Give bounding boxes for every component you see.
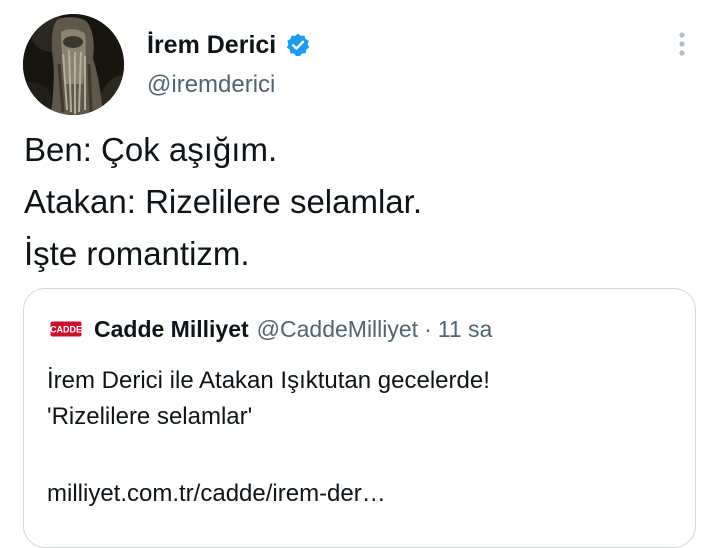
tweet-line: Atakan: Rizelilere selamlar. [24, 183, 422, 220]
tweet-line: Ben: Çok aşığım. [24, 131, 278, 168]
tweet-line: İşte romantizm. [24, 235, 250, 272]
author-handle[interactable]: @iremderici [147, 71, 275, 99]
quote-text-line: 'Rizelilere selamlar' [47, 403, 253, 430]
quote-author-name[interactable]: Cadde Milliyet [94, 316, 249, 343]
quote-link[interactable]: milliyet.com.tr/cadde/irem-der… [47, 476, 386, 512]
quote-separator: · [424, 315, 432, 342]
tweet-text: Ben: Çok aşığım. Atakan: Rizelilere sela… [24, 124, 422, 280]
verified-badge-icon [285, 32, 311, 58]
quoted-tweet-card[interactable]: CADDE Cadde Milliyet @CaddeMilliyet · 11… [23, 288, 696, 548]
quote-header: CADDE Cadde Milliyet @CaddeMilliyet · 11… [50, 313, 492, 345]
cadde-logo-icon: CADDE [50, 321, 82, 337]
more-vertical-icon[interactable] [670, 30, 694, 60]
avatar[interactable] [23, 14, 124, 115]
author-name-row: İrem Derici [147, 28, 311, 62]
quote-timestamp[interactable]: 11 sa [438, 316, 493, 343]
author-display-name[interactable]: İrem Derici [147, 31, 276, 60]
cadde-logo-text: CADDE [50, 325, 82, 335]
quote-text: İrem Derici ile Atakan Işıktutan geceler… [47, 363, 490, 435]
quote-text-line: İrem Derici ile Atakan Işıktutan geceler… [47, 367, 490, 394]
quote-author-handle[interactable]: @CaddeMilliyet [257, 316, 418, 343]
